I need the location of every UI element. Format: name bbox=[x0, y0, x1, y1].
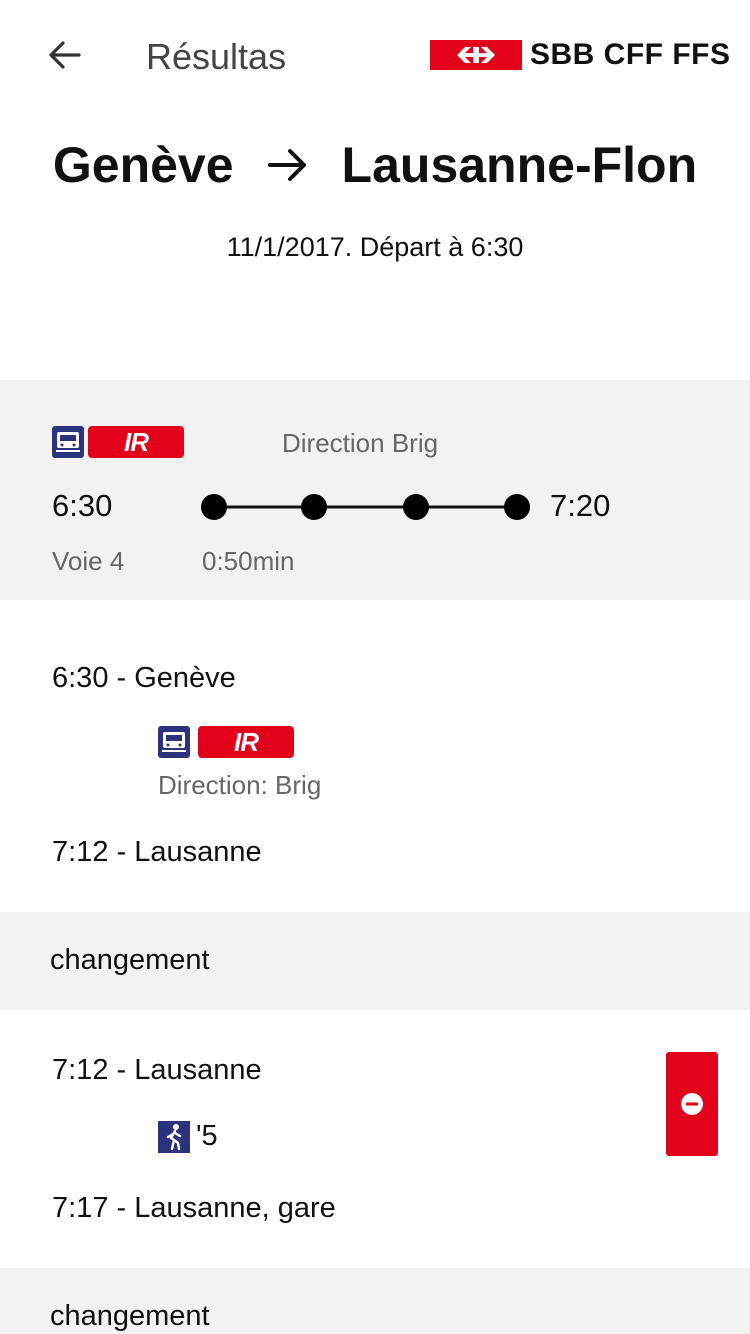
route-title: Genève Lausanne-Flon bbox=[0, 136, 750, 194]
summary-duration: 0:50min bbox=[202, 546, 295, 576]
back-button[interactable] bbox=[40, 30, 90, 80]
route-destination: Lausanne-Flon bbox=[341, 137, 698, 193]
leg-1-arrival: 7:12 - Lausanne bbox=[52, 836, 262, 868]
leg-1-direction: Direction: Brig bbox=[158, 770, 322, 800]
leg-1-departure: 6:30 - Genève bbox=[52, 662, 236, 694]
ir-product-badge: IR bbox=[198, 726, 294, 758]
walk-duration: '5 bbox=[196, 1120, 218, 1152]
journey-timeline bbox=[201, 494, 530, 520]
timeline-stop bbox=[301, 494, 327, 520]
sbb-logo: SBB CFF FFS bbox=[430, 38, 731, 72]
timeline-stop bbox=[504, 494, 530, 520]
departure-date: 11/1/2017. Départ à 6:30 bbox=[226, 232, 524, 262]
ir-product-badge: IR bbox=[88, 426, 184, 458]
leg-1-badges: IR bbox=[158, 726, 294, 758]
logo-text: SBB CFF FFS bbox=[530, 38, 731, 71]
minus-circle-icon bbox=[681, 1093, 703, 1115]
walk-icon bbox=[158, 1120, 190, 1153]
collapse-button[interactable] bbox=[666, 1052, 718, 1156]
train-icon bbox=[52, 426, 84, 458]
leg-2-arrival: 7:17 - Lausanne, gare bbox=[52, 1192, 336, 1224]
change-label: changement bbox=[50, 1300, 210, 1332]
summary-departure-time: 6:30 bbox=[52, 488, 113, 523]
change-label: changement bbox=[50, 944, 210, 976]
route-origin: Genève bbox=[52, 137, 234, 193]
summary-badges: IR bbox=[52, 426, 184, 458]
leg-2-departure: 7:12 - Lausanne bbox=[52, 1054, 262, 1086]
summary-track: Voie 4 bbox=[52, 546, 125, 576]
route-arrow-icon bbox=[266, 145, 310, 185]
page-title: Résultas bbox=[146, 36, 287, 77]
leg-2-walk: '5 bbox=[158, 1120, 218, 1153]
timeline-stop bbox=[201, 494, 227, 520]
timeline-stop bbox=[403, 494, 429, 520]
summary-arrival-time: 7:20 bbox=[550, 488, 611, 523]
swiss-cross-logo-icon bbox=[430, 40, 522, 70]
train-icon bbox=[158, 726, 190, 758]
back-arrow-icon bbox=[49, 41, 81, 69]
summary-direction: Direction Brig bbox=[282, 428, 439, 458]
